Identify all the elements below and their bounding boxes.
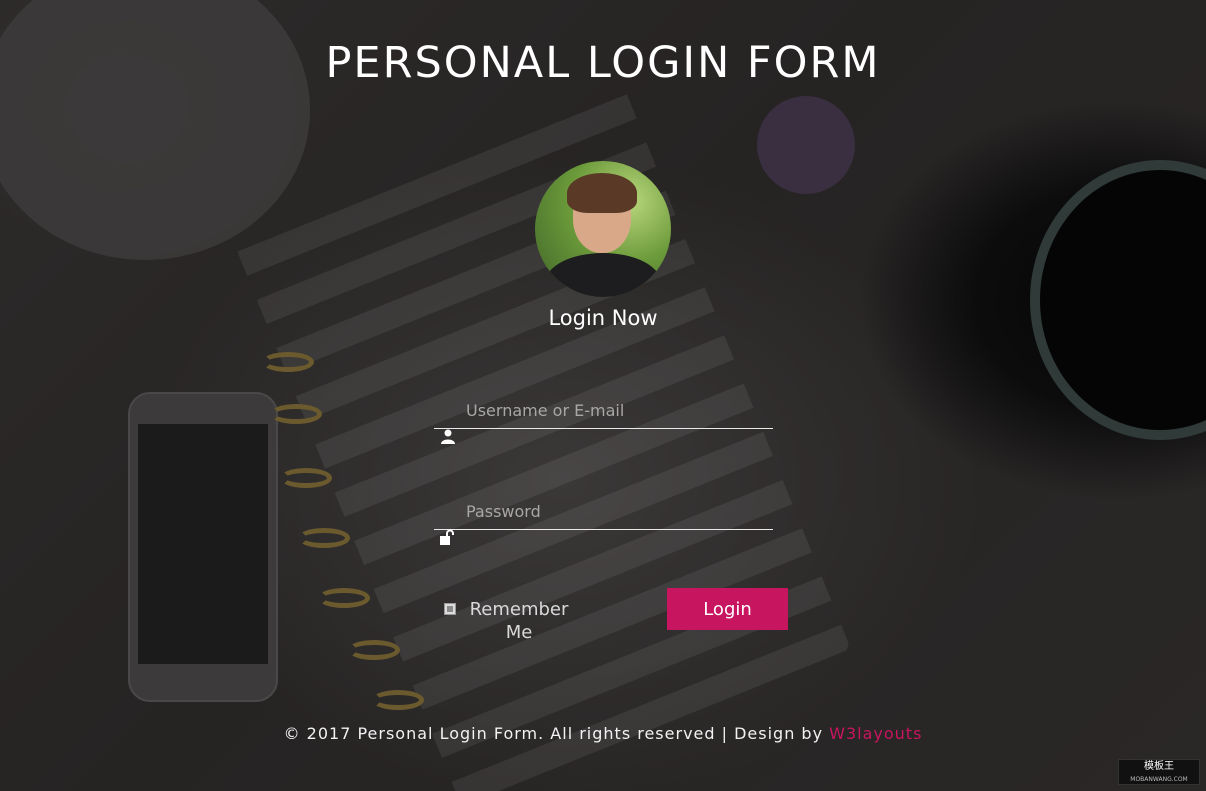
page-title: PERSONAL LOGIN FORM bbox=[325, 38, 881, 88]
user-icon bbox=[440, 428, 456, 444]
footer-text: © 2017 Personal Login Form. All rights r… bbox=[283, 724, 830, 743]
watermark-sub: MOBANWANG.COM bbox=[1130, 776, 1188, 783]
footer-link-w3layouts[interactable]: W3layouts bbox=[829, 724, 922, 743]
background-ball bbox=[757, 96, 855, 194]
login-button[interactable]: Login bbox=[667, 588, 788, 630]
password-input[interactable] bbox=[466, 494, 766, 528]
remember-me[interactable]: Remember Me bbox=[442, 598, 582, 646]
avatar-hair bbox=[567, 173, 637, 213]
avatar-body bbox=[545, 253, 661, 297]
username-input[interactable] bbox=[466, 393, 766, 427]
remember-me-checkbox[interactable] bbox=[444, 603, 456, 615]
background-coffee-cup bbox=[1030, 160, 1206, 440]
password-field bbox=[434, 494, 773, 545]
footer: © 2017 Personal Login Form. All rights r… bbox=[0, 724, 1206, 743]
remember-me-label: Remember Me bbox=[469, 599, 569, 643]
watermark-label: 模板王 bbox=[1144, 761, 1174, 772]
avatar bbox=[535, 161, 671, 297]
background-notebook bbox=[229, 73, 851, 791]
background-phone bbox=[128, 392, 278, 702]
watermark-logo: 模板王 MOBANWANG.COM bbox=[1118, 759, 1200, 785]
unlock-icon bbox=[440, 529, 456, 545]
login-heading: Login Now bbox=[548, 306, 658, 330]
username-field bbox=[434, 393, 773, 444]
